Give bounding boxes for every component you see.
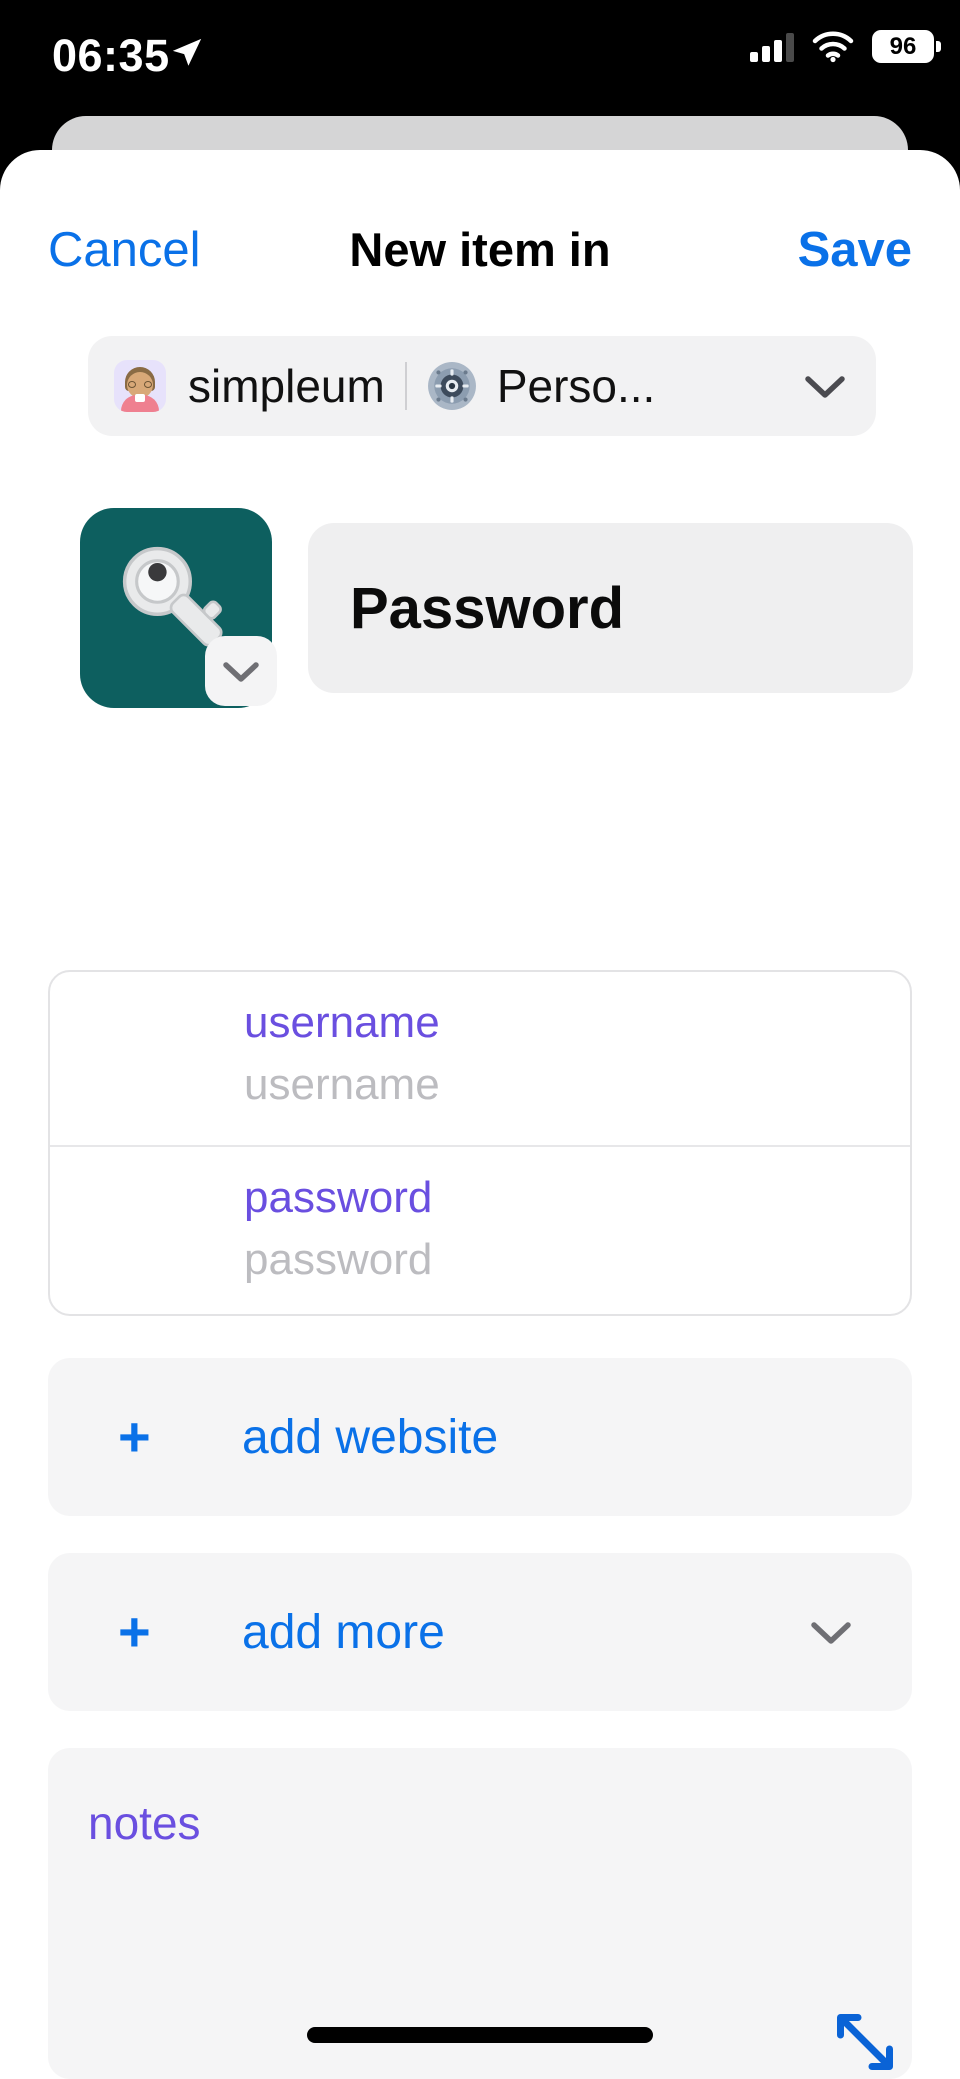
username-input[interactable]: username (244, 1060, 440, 1110)
chevron-down-icon[interactable] (800, 369, 850, 403)
home-indicator (307, 2027, 653, 2043)
account-name: simpleum (188, 360, 385, 412)
add-more-chevron[interactable] (806, 1553, 856, 1711)
avatar (114, 360, 166, 412)
location-arrow-icon (172, 38, 202, 66)
password-field-row[interactable]: password password (50, 1145, 910, 1318)
credentials-card: username username password password (48, 970, 912, 1316)
item-type-chevron-button[interactable] (205, 636, 277, 706)
add-website-label: add website (242, 1410, 499, 1464)
cellular-signal-icon (750, 32, 794, 62)
item-title-input[interactable]: Password (308, 523, 913, 693)
chevron-down-icon (223, 662, 259, 682)
resize-diagonal-icon[interactable] (830, 2007, 900, 2077)
password-input[interactable]: password (244, 1235, 432, 1285)
battery-icon: 96 (872, 30, 941, 63)
new-item-sheet: Cancel New item in Save simpleum Perso..… (0, 150, 960, 2079)
status-bar: 06:35 96 (0, 0, 960, 118)
username-label: username (244, 998, 440, 1047)
chevron-down-icon (811, 1622, 851, 1644)
add-more-button[interactable]: + add more (48, 1553, 912, 1711)
notes-label: notes (88, 1797, 201, 1849)
password-label: password (244, 1173, 433, 1222)
chip-divider (404, 362, 407, 410)
status-bar-time: 06:35 (52, 30, 170, 81)
item-type-row: Password (0, 508, 960, 723)
battery-level: 96 (889, 32, 917, 60)
username-field-row[interactable]: username username (50, 972, 910, 1145)
wifi-icon (812, 31, 854, 62)
sheet-navbar: Cancel New item in Save (0, 205, 960, 295)
save-button[interactable]: Save (798, 205, 912, 295)
item-title-value: Password (350, 575, 624, 641)
account-vault-selector[interactable]: simpleum Perso... (88, 336, 876, 436)
plus-icon: + (118, 1405, 151, 1468)
add-website-button[interactable]: + add website (48, 1358, 912, 1516)
status-bar-indicators: 96 (750, 30, 941, 63)
add-more-label: add more (242, 1605, 445, 1659)
plus-icon: + (118, 1600, 151, 1663)
vault-dial-icon (427, 362, 476, 410)
vault-name: Perso... (496, 360, 656, 412)
